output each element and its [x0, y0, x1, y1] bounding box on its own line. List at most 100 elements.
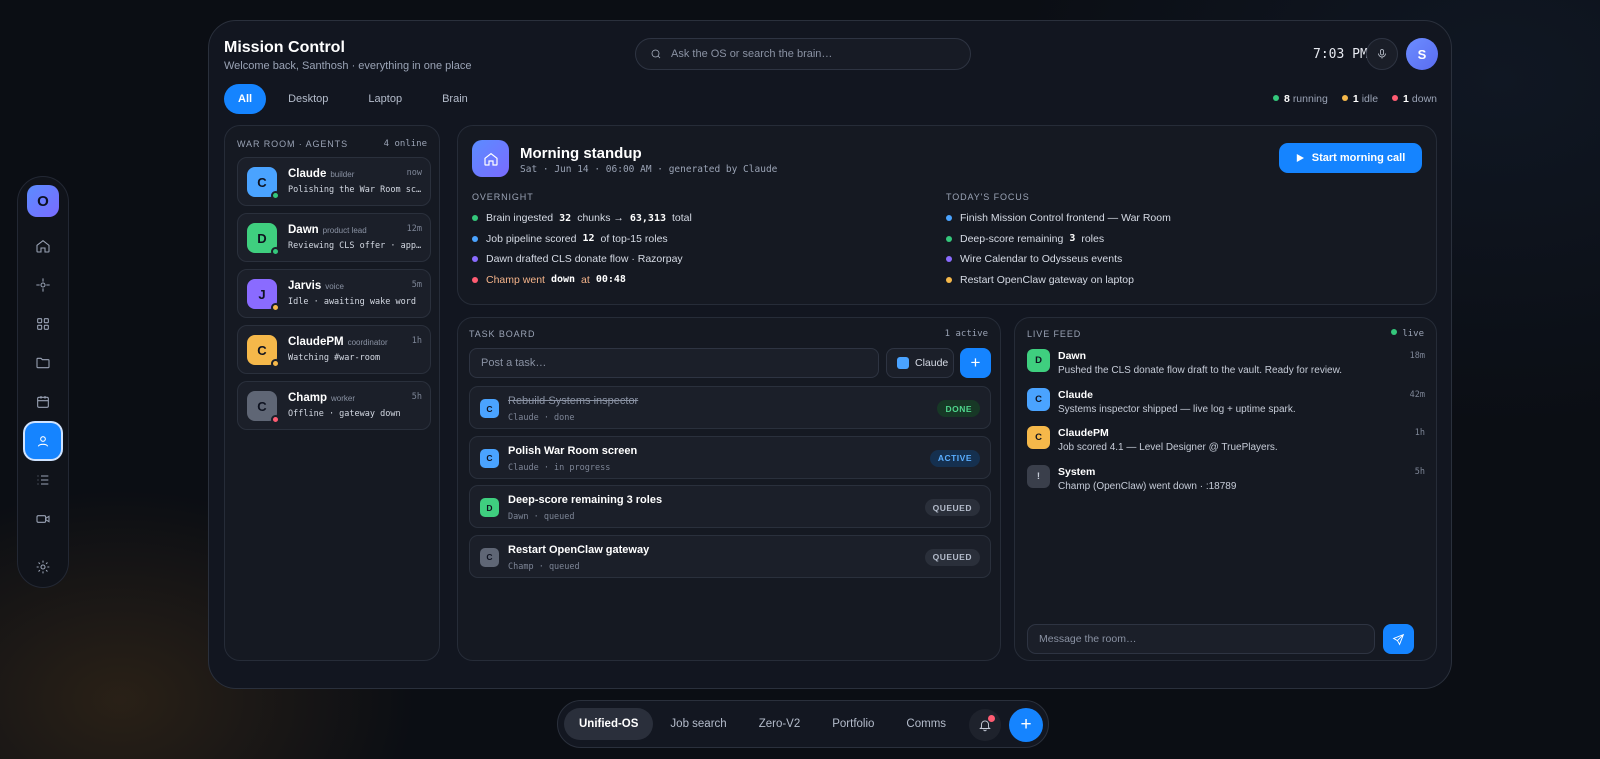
rail-settings-button[interactable] [25, 549, 61, 585]
notifications-button[interactable] [969, 709, 1001, 741]
rail-files-button[interactable] [25, 345, 61, 381]
new-item-button[interactable]: + [1009, 708, 1043, 742]
dock-comms[interactable]: Comms [891, 708, 961, 740]
send-message-button[interactable] [1383, 624, 1414, 654]
home-icon [36, 239, 50, 253]
agent-name: Dawn product lead [288, 224, 367, 236]
grid-icon [37, 318, 49, 330]
filter-tabs: All Desktop Laptop Brain [224, 84, 488, 114]
feed-time: 42m [1409, 389, 1425, 400]
standup-item: Finish Mission Control frontend — War Ro… [946, 208, 1171, 229]
standup-item: Job pipeline scored 12 of top-15 roles [472, 229, 692, 250]
mission-control-window: Mission Control Welcome back, Santhosh ·… [208, 20, 1452, 689]
rail-focus-button[interactable] [25, 267, 61, 303]
agent-status-text: Watching #war-room [288, 353, 381, 363]
microphone-icon [1378, 49, 1386, 59]
agent-last-seen: 5m [411, 280, 422, 290]
overnight-list: Brain ingested 32 chunks → 63,313 total Jo… [472, 208, 692, 290]
feed-item: C ClaudePM Job scored 4.1 — Level Designer… [1027, 426, 1425, 460]
live-feed-header: LIVE FEED [1027, 329, 1082, 339]
agent-status-text: Offline · gateway down [288, 409, 401, 419]
rail-home-button[interactable] [25, 228, 61, 264]
agent-card[interactable]: C Champ worker 5h Offline · gateway down [237, 381, 431, 430]
task-subtitle: Claude · in progress [508, 462, 611, 473]
bottom-dock: Unified-OS Job search Zero-V2 Portfolio … [557, 700, 1049, 748]
feed-item: C Claude Systems inspector shipped — live … [1027, 387, 1425, 422]
agent-role: builder [330, 170, 355, 179]
task-title: Polish War Room screen [508, 444, 638, 457]
agent-card[interactable]: C Claude builder now Polishing the War Room … [237, 157, 431, 206]
standup-meta: Sat · Jun 14 · 06:00 AM · generated by C… [520, 164, 778, 175]
morning-standup-panel: Morning standup Sat · Jun 14 · 06:00 AM … [457, 125, 1437, 305]
task-row[interactable]: C Rebuild Systems inspector Claude · done D… [469, 386, 991, 429]
agent-role: voice [325, 282, 344, 291]
search-icon [651, 49, 661, 59]
rail-video-button[interactable] [25, 501, 61, 537]
rail-calendar-button[interactable] [25, 384, 61, 420]
tab-laptop[interactable]: Laptop [348, 84, 422, 114]
page-subtitle: Welcome back, Santhosh · everything in o… [224, 60, 472, 72]
agent-name: Claude builder [288, 168, 355, 180]
dock-zero-v2[interactable]: Zero-V2 [744, 708, 816, 740]
user-avatar[interactable]: S [1406, 38, 1438, 70]
agent-card[interactable]: J Jarvis voice 5m Idle · awaiting wake word [237, 269, 431, 318]
feed-time: 5h [1414, 466, 1425, 477]
dock-job-search[interactable]: Job search [655, 708, 741, 740]
task-row[interactable]: D Deep-score remaining 3 roles Dawn · queu… [469, 485, 991, 528]
war-room-header: WAR ROOM · AGENTS [237, 139, 348, 149]
tab-brain[interactable]: Brain [422, 84, 488, 114]
task-row[interactable]: C Polish War Room screen Claude · in progr… [469, 435, 991, 479]
mic-button[interactable] [1366, 38, 1398, 70]
agent-role: coordinator [347, 338, 388, 347]
agent-status-dot [271, 191, 280, 200]
feed-message: Systems inspector shipped — live log + u… [1058, 403, 1296, 415]
global-search[interactable] [635, 38, 971, 70]
assignee-select[interactable]: Claude [886, 348, 954, 378]
video-icon [36, 515, 50, 523]
live-indicator: live [1391, 329, 1424, 339]
standup-item: Restart OpenClaw gateway on laptop [946, 270, 1171, 291]
agent-status-dot [271, 247, 280, 256]
app-logo[interactable]: O [27, 185, 59, 217]
agent-role: worker [330, 394, 355, 403]
focus-label: TODAY'S FOCUS [946, 192, 1030, 202]
agent-status-dot [271, 415, 280, 424]
agent-status-dot [271, 359, 280, 368]
rail-apps-button[interactable] [25, 306, 61, 342]
message-room-input[interactable] [1027, 624, 1375, 654]
standup-icon-tile [472, 140, 509, 177]
notification-dot [988, 715, 995, 722]
war-room-panel: WAR ROOM · AGENTS 4 online C Claude builde… [224, 125, 440, 661]
agent-last-seen: now [406, 168, 422, 178]
task-status-badge: QUEUED [924, 548, 980, 566]
search-input[interactable] [671, 48, 951, 60]
task-title: Deep-score remaining 3 roles [508, 494, 663, 506]
status-running: 8 running [1272, 93, 1328, 105]
feed-avatar: C [1027, 387, 1050, 411]
feed-item: D Dawn Pushed the CLS donate flow draft to… [1027, 349, 1425, 383]
tab-all[interactable]: All [224, 84, 267, 114]
focus-list: Finish Mission Control frontend — War Ro… [946, 208, 1171, 290]
agent-card[interactable]: D Dawn product lead 12m Reviewing CLS offer … [237, 213, 431, 262]
agent-card[interactable]: C ClaudePM coordinator 1h Watching #war-room [237, 325, 431, 374]
page-title: Mission Control [224, 39, 345, 56]
rail-agents-button[interactable] [25, 423, 61, 459]
feed-message: Pushed the CLS donate flow draft to the … [1058, 365, 1343, 376]
agent-name: Jarvis voice [288, 280, 344, 292]
start-morning-call-button[interactable]: Start morning call [1279, 143, 1422, 173]
task-row[interactable]: C Restart OpenClaw gateway Champ · queued Q… [469, 534, 991, 578]
dock-unified-os[interactable]: Unified-OS [564, 708, 654, 740]
dock-portfolio[interactable]: Portfolio [817, 708, 889, 740]
rail-tasks-button[interactable] [25, 462, 61, 498]
user-icon [37, 436, 49, 447]
task-assignee-avatar: C [480, 547, 499, 567]
task-board-panel: TASK BOARD 1 active Claude + C Rebuild Sy… [457, 317, 1001, 661]
add-task-button[interactable]: + [960, 348, 991, 378]
agent-name: ClaudePM coordinator [288, 336, 388, 348]
task-subtitle: Dawn · queued [508, 512, 575, 522]
overnight-label: OVERNIGHT [472, 192, 534, 202]
online-count: 4 online [383, 139, 427, 149]
tab-desktop[interactable]: Desktop [268, 84, 348, 114]
task-board-header: TASK BOARD [469, 329, 536, 339]
post-task-input[interactable] [469, 348, 879, 378]
